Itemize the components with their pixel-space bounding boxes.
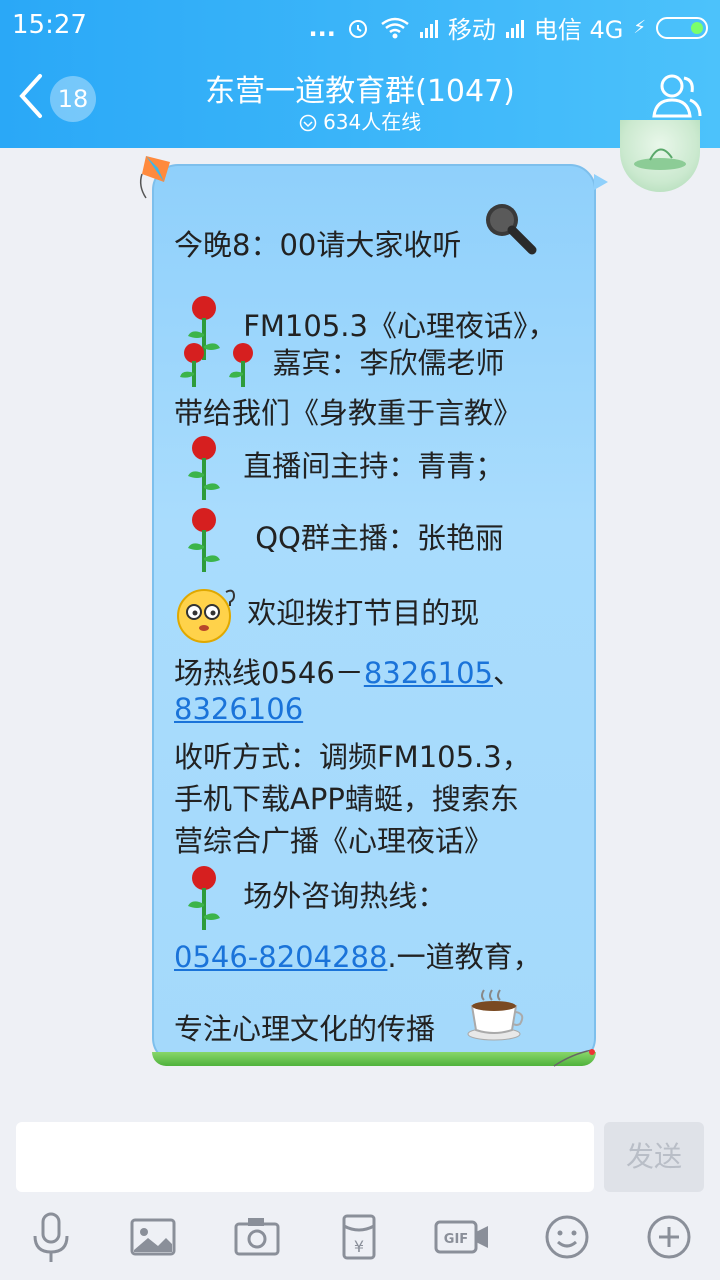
more-dots-icon: ... (308, 13, 336, 42)
confused-face-emoji-icon (177, 589, 236, 643)
message-line-15: 专注心理文化的传播 (174, 1012, 436, 1046)
message-line-1: 今晚8：00请大家收听 (174, 228, 462, 262)
plus-icon[interactable] (642, 1210, 696, 1264)
online-status-icon (299, 114, 316, 132)
red-packet-icon[interactable]: ¥ (332, 1210, 386, 1264)
bottom-toolbar: ¥ GIF (0, 1210, 720, 1270)
hotline-link-2[interactable]: 8326106 (174, 692, 303, 726)
status-icons: ... 移动 电信 4G ⚡ (308, 10, 708, 45)
gif-icon[interactable]: GIF (434, 1210, 492, 1264)
rose-icon (188, 436, 220, 500)
carrier-2: 电信 4G (533, 16, 624, 44)
charging-icon: ⚡ (633, 17, 646, 38)
message-line-7: 欢迎拨打节目的现 (176, 586, 479, 644)
carrier-1: 移动 (447, 16, 496, 44)
message-line-10: 收听方式：调频FM105.3， (174, 740, 531, 774)
wifi-icon (381, 17, 409, 38)
microphone-emoji-icon (486, 204, 537, 255)
image-icon[interactable] (126, 1210, 180, 1264)
svg-text:¥: ¥ (354, 1237, 364, 1256)
message-line-6: QQ群主播：张艳丽 (180, 506, 504, 574)
rose-icon (180, 343, 204, 387)
message-line-3: 嘉宾：李欣儒老师 (174, 340, 504, 389)
message-line-11: 手机下载APP蜻蜓，搜索东 (174, 782, 519, 816)
rose-icon (229, 343, 254, 387)
group-members-icon[interactable] (650, 70, 702, 122)
avatar-leaf-icon (634, 148, 686, 170)
kite-icon (139, 156, 170, 199)
sender-avatar[interactable] (620, 120, 700, 192)
online-count[interactable]: 634人在线 (0, 106, 720, 135)
message-line-4: 带给我们《身教重于言教》 (174, 396, 523, 430)
svg-text:GIF: GIF (444, 1232, 468, 1247)
battery-icon (656, 16, 708, 39)
coffee-cup-emoji-icon (467, 989, 524, 1041)
signal-2-icon (505, 18, 524, 38)
header-bar: 15:27 ... 移动 电信 4G ⚡ 18 东营一道教育群(1047) 63… (0, 0, 720, 148)
message-line-5: 直播间主持：青青； (180, 434, 504, 502)
message-line-13: 场外咨询热线： (180, 864, 446, 932)
message-line-9: 8326106 (174, 692, 303, 726)
status-time: 15:27 (12, 10, 87, 40)
alarm-icon (348, 19, 367, 38)
camera-icon[interactable] (230, 1210, 284, 1264)
message-line-12: 营综合广播《心理夜话》 (174, 824, 494, 858)
online-count-label: 634人在线 (323, 110, 422, 134)
message-input[interactable] (16, 1122, 594, 1192)
send-button[interactable]: 发送 (604, 1122, 704, 1192)
consult-hotline-link[interactable]: 0546-8204288 (174, 940, 387, 974)
group-title[interactable]: 东营一道教育群(1047) (0, 66, 720, 110)
rose-icon (188, 866, 220, 930)
message-line-14: 0546-8204288.一道教育， (174, 940, 542, 974)
emoji-icon[interactable] (540, 1210, 594, 1264)
bubble-corner-decoration-icon (553, 1049, 595, 1067)
status-bar: 15:27 ... 移动 电信 4G ⚡ (0, 0, 720, 50)
microphone-icon[interactable] (24, 1210, 78, 1264)
rose-icon (188, 508, 220, 572)
hotline-link-1[interactable]: 8326105 (364, 656, 493, 690)
bubble-grass-decoration (152, 1052, 596, 1066)
signal-icon (419, 18, 438, 38)
message-line-8: 场热线0546－8326105、 (174, 656, 522, 690)
